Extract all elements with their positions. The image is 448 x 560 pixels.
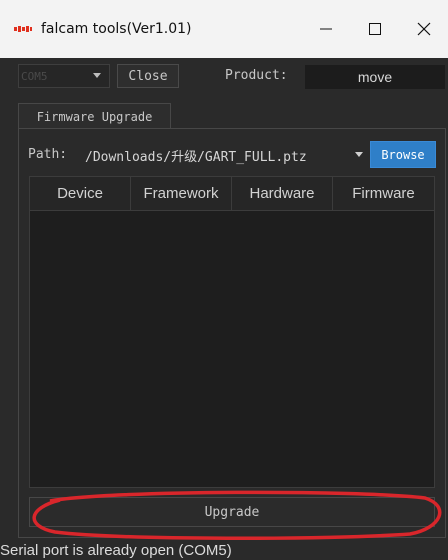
column-header-firmware[interactable]: Firmware — [333, 177, 434, 210]
maximize-button[interactable] — [350, 0, 399, 58]
tab-firmware-upgrade[interactable]: Firmware Upgrade — [18, 103, 171, 129]
window-title: falcam tools(Ver1.01) — [41, 21, 192, 37]
product-label: Product: — [225, 68, 288, 83]
window-controls — [301, 0, 448, 58]
upgrade-button[interactable]: Upgrade — [29, 497, 435, 527]
app-logo-icon — [14, 24, 32, 34]
title-bar[interactable]: falcam tools(Ver1.01) — [0, 0, 448, 58]
column-header-hardware[interactable]: Hardware — [232, 177, 333, 210]
minimize-button[interactable] — [301, 0, 350, 58]
serial-port-value: COM5 — [21, 69, 48, 83]
chevron-down-icon — [355, 152, 363, 157]
column-header-framework[interactable]: Framework — [131, 177, 232, 210]
product-value-field: move — [305, 65, 445, 89]
close-port-button[interactable]: Close — [117, 64, 179, 88]
device-info-table: Device Framework Hardware Firmware — [29, 176, 435, 488]
firmware-path-value: /Downloads/升级/GART_FULL.ptz — [85, 149, 307, 165]
maximize-icon — [368, 23, 381, 35]
app-window: falcam tools(Ver1.01) COM5 Close Product… — [0, 0, 448, 560]
minimize-icon — [319, 28, 332, 30]
browse-button[interactable]: Browse — [370, 141, 436, 168]
chevron-down-icon — [93, 73, 101, 78]
table-header: Device Framework Hardware Firmware — [30, 177, 434, 211]
close-window-button[interactable] — [399, 0, 448, 58]
path-label: Path: — [28, 147, 68, 162]
close-icon — [417, 22, 430, 36]
firmware-path-select[interactable]: /Downloads/升级/GART_FULL.ptz — [80, 142, 364, 168]
column-header-device[interactable]: Device — [30, 177, 131, 210]
serial-port-select[interactable]: COM5 — [18, 64, 110, 88]
status-bar-text: Serial port is already open (COM5) — [0, 542, 232, 559]
